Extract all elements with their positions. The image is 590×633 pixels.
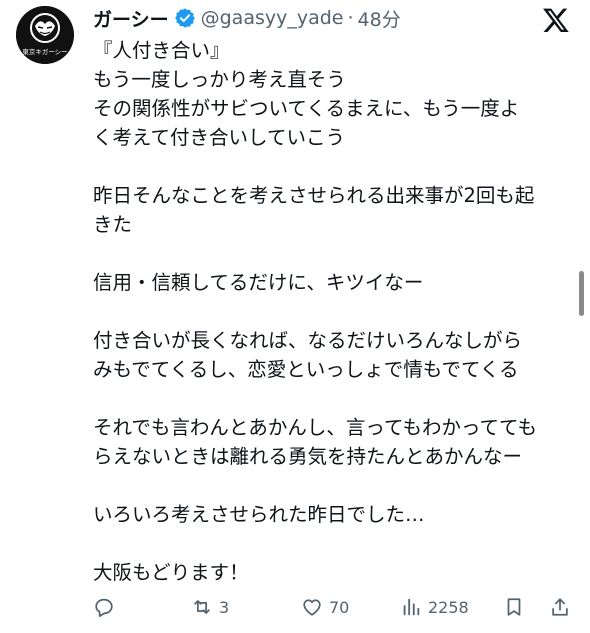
avatar[interactable]: 東京キガーシー [16, 6, 74, 64]
retweet-count: 3 [219, 597, 230, 617]
tweet-line: その関係性がサビついてくるまえに、もう一度よ [93, 97, 520, 120]
reply-button[interactable] [93, 593, 115, 621]
tweet-line: 『人付き合い』 [93, 39, 230, 62]
like-count: 70 [329, 597, 350, 617]
tweet-line: もう一度しっかり考え直そう [93, 68, 346, 91]
share-button[interactable] [549, 593, 571, 621]
tweet-text: 『人付き合い』 もう一度しっかり考え直そう その関係性がサビついてくるまえに、も… [93, 36, 571, 587]
views-count: 2258 [428, 597, 469, 617]
verified-badge-icon [174, 7, 196, 29]
retweet-button[interactable]: 3 [191, 593, 229, 621]
tweet-line: 大阪もどります！ [93, 561, 249, 584]
tweet-line: それでも言わんとあかんし、言ってもわかってても [93, 416, 538, 439]
tweet-line: 信用・信頼してるだけに、キツイなー [93, 271, 424, 294]
like-button[interactable]: 70 [301, 593, 349, 621]
tweet-line: 付き合いが長くなれば、なるだけいろんなしがら [93, 329, 523, 352]
x-logo-icon[interactable] [542, 6, 570, 34]
reply-icon [95, 598, 113, 617]
tweet-line: らえないときは離れる勇気を持たんとあかんなー [93, 445, 523, 468]
share-icon [552, 598, 568, 616]
user-handle[interactable]: @gaasyy_yade [201, 7, 344, 29]
bookmark-button[interactable] [503, 593, 525, 621]
timestamp[interactable]: 48分 [358, 5, 401, 32]
tweet-line: 昨日そんなことを考えさせられる出来事が2回も起 [93, 184, 535, 207]
avatar-logo: 東京キガーシー [16, 6, 74, 64]
views-chart-icon [403, 598, 420, 616]
avatar-text: 東京キガーシー [22, 47, 67, 56]
tweet-header: ガーシー @gaasyy_yade · 48分 [93, 4, 401, 32]
tweet-line: く考えて付き合いしていこう [93, 126, 345, 149]
heart-icon [303, 599, 321, 616]
tweet-line: いろいろ考えさせられた昨日でした… [93, 503, 425, 526]
display-name[interactable]: ガーシー [93, 5, 169, 32]
views-button[interactable]: 2258 [400, 593, 469, 621]
scrollbar-thumb[interactable] [579, 271, 584, 316]
tweet-line: きた [93, 213, 133, 236]
bookmark-icon [507, 598, 521, 616]
retweet-icon [194, 600, 210, 614]
tweet-line: みもでてくるし、恋愛といっしょで情もでてくる [93, 358, 519, 381]
tweet-actions: 3 70 2258 [0, 593, 590, 621]
separator-dot: · [347, 7, 354, 29]
